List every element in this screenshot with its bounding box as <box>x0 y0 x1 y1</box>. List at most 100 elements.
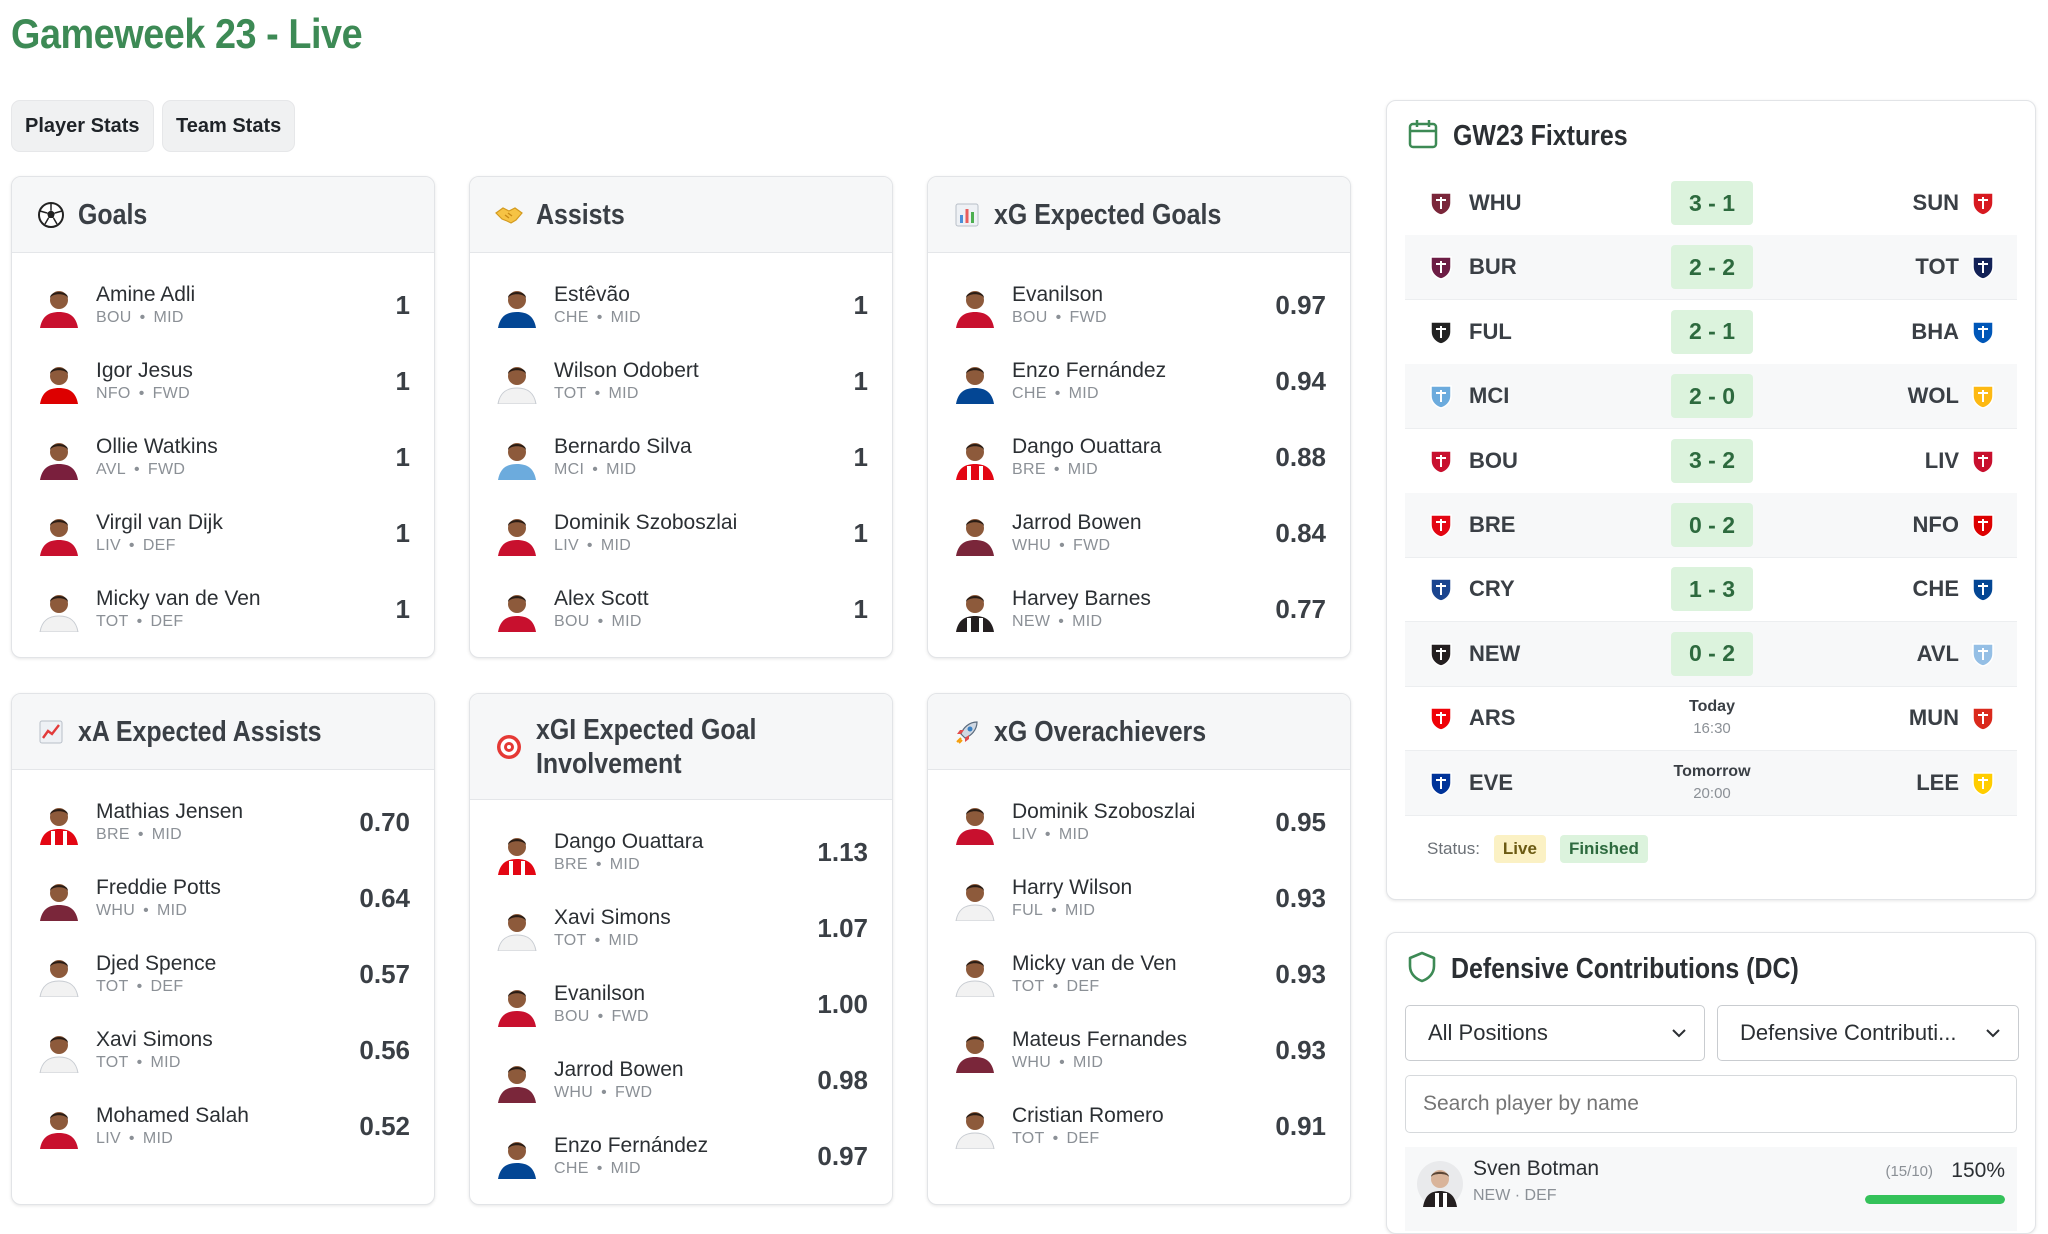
player-row[interactable]: Alex Scott BOU • MID 1 <box>470 571 892 647</box>
player-meta: BRE • MID <box>1012 460 1275 480</box>
player-meta: CHE • MID <box>554 308 854 328</box>
player-name: Djed Spence <box>96 952 217 975</box>
home-team-crest-icon <box>1430 449 1452 474</box>
away-team-crest-icon <box>1972 578 1994 603</box>
player-row[interactable]: Cristian Romero TOT • DEF 0.91 <box>928 1088 1350 1164</box>
fixture-row[interactable]: BUR TOT 2 - 2 <box>1405 235 2017 301</box>
player-row[interactable]: Amine Adli BOU • MID 1 <box>12 267 434 343</box>
separator-dot: • <box>1059 1054 1066 1071</box>
away-team-crest-icon <box>1972 256 1994 281</box>
position-select[interactable]: All Positions <box>1405 1005 1705 1061</box>
stat-card: xA Expected Assists Mathias Jensen BRE • MID… <box>11 693 435 1205</box>
fixture-row[interactable]: BOU LIV 3 - 2 <box>1405 429 2017 494</box>
player-meta: TOT • MID <box>554 384 854 404</box>
fixture-row[interactable]: FUL BHA 2 - 1 <box>1405 300 2017 365</box>
player-row[interactable]: Enzo Fernández CHE • MID 0.97 <box>470 1118 892 1194</box>
dc-player-row[interactable]: Sven Botman NEW · DEF (15/10) 150% <box>1405 1147 2017 1231</box>
stat-card: xG Overachievers Dominik Szoboszlai LIV • MI… <box>927 693 1351 1205</box>
player-team: CHE <box>554 309 589 326</box>
stat-value: 0.94 <box>1275 365 1326 396</box>
player-row[interactable]: Xavi Simons TOT • MID 1.07 <box>470 890 892 966</box>
home-team: WHU <box>1469 190 1522 215</box>
player-avatar <box>956 519 994 556</box>
fixture-row[interactable]: WHU SUN 3 - 1 <box>1405 171 2017 236</box>
player-name: Mohamed Salah <box>96 1104 249 1127</box>
player-name: Wilson Odobert <box>554 359 699 382</box>
player-avatar <box>498 291 536 328</box>
status-legend: Status: Live Finished <box>1427 835 1648 863</box>
player-row[interactable]: Dango Ouattara BRE • MID 1.13 <box>470 814 892 890</box>
player-row[interactable]: Mohamed Salah LIV • MID 0.52 <box>12 1088 434 1164</box>
live-badge: Live <box>1493 835 1546 863</box>
fixture-row[interactable]: CRY CHE 1 - 3 <box>1405 557 2017 623</box>
player-row[interactable]: Jarrod Bowen WHU • FWD 0.98 <box>470 1042 892 1118</box>
position-select-value: All Positions <box>1428 1020 1548 1045</box>
stat-value: 1.13 <box>817 836 868 867</box>
player-row[interactable]: Dominik Szoboszlai LIV • MID 1 <box>470 495 892 571</box>
player-row[interactable]: Mathias Jensen BRE • MID 0.70 <box>12 784 434 860</box>
player-row[interactable]: Bernardo Silva MCI • MID 1 <box>470 419 892 495</box>
stat-value: 0.64 <box>359 882 410 913</box>
player-meta: WHU • FWD <box>554 1083 817 1103</box>
tab-player-stats[interactable]: Player Stats <box>11 100 154 152</box>
player-row[interactable]: Freddie Potts WHU • MID 0.64 <box>12 860 434 936</box>
away-team: TOT <box>1915 254 1959 280</box>
away-team: CHE <box>1912 576 1959 602</box>
tab-team-stats[interactable]: Team Stats <box>162 100 296 152</box>
player-team: AVL <box>96 461 126 478</box>
fixture-row[interactable]: BRE NFO 0 - 2 <box>1405 493 2017 558</box>
sort-select[interactable]: Defensive Contributi... <box>1717 1005 2019 1061</box>
stat-value: 1 <box>395 593 410 624</box>
player-meta: TOT • DEF <box>96 612 396 632</box>
stat-value: 1 <box>395 365 410 396</box>
fixture-row[interactable]: MCI WOL 2 - 0 <box>1405 364 2017 430</box>
player-row[interactable]: Xavi Simons TOT • MID 0.56 <box>12 1012 434 1088</box>
fixtures-title: GW23 Fixtures <box>1453 119 1628 152</box>
player-row[interactable]: Igor Jesus NFO • FWD 1 <box>12 343 434 419</box>
player-name: Jarrod Bowen <box>554 1058 684 1081</box>
player-row[interactable]: Evanilson BOU • FWD 0.97 <box>928 267 1350 343</box>
stat-value: 1 <box>853 593 868 624</box>
player-row[interactable]: Dominik Szoboszlai LIV • MID 0.95 <box>928 784 1350 860</box>
player-meta: MCI • MID <box>554 460 854 480</box>
player-row[interactable]: Evanilson BOU • FWD 1.00 <box>470 966 892 1042</box>
card-header: Assists <box>470 177 892 253</box>
player-row[interactable]: Ollie Watkins AVL • FWD 1 <box>12 419 434 495</box>
player-position: MID <box>600 537 632 554</box>
player-row[interactable]: Virgil van Dijk LIV • DEF 1 <box>12 495 434 571</box>
defensive-contributions-panel: Defensive Contributions (DC) All Positio… <box>1386 932 2036 1234</box>
score-badge: 0 - 2 <box>1671 631 1753 676</box>
home-team-crest-icon <box>1430 514 1452 538</box>
player-row[interactable]: Enzo Fernández CHE • MID 0.94 <box>928 343 1350 419</box>
player-row[interactable]: Estêvão CHE • MID 1 <box>470 267 892 343</box>
home-team: BOU <box>1469 447 1518 473</box>
player-name: Alex Scott <box>554 587 649 610</box>
home-team: EVE <box>1469 769 1514 795</box>
player-row[interactable]: Micky van de Ven TOT • DEF 1 <box>12 571 434 647</box>
player-avatar <box>1417 1161 1463 1207</box>
player-team: BOU <box>554 613 590 630</box>
player-avatar <box>956 1036 994 1073</box>
player-name: Micky van de Ven <box>1012 952 1177 975</box>
player-row[interactable]: Dango Ouattara BRE • MID 0.88 <box>928 419 1350 495</box>
card-title: xG Expected Goals <box>994 198 1222 231</box>
fixture-row[interactable]: ARS MUN Today 16:30 <box>1405 686 2017 752</box>
fixture-row[interactable]: NEW AVL 0 - 2 <box>1405 621 2017 687</box>
player-row[interactable]: Micky van de Ven TOT • DEF 0.93 <box>928 936 1350 1012</box>
search-input[interactable] <box>1405 1075 2017 1133</box>
player-team: TOT <box>1012 978 1045 995</box>
player-row[interactable]: Wilson Odobert TOT • MID 1 <box>470 343 892 419</box>
player-row[interactable]: Jarrod Bowen WHU • FWD 0.84 <box>928 495 1350 571</box>
player-avatar <box>956 367 994 404</box>
player-row[interactable]: Mateus Fernandes WHU • MID 0.93 <box>928 1012 1350 1088</box>
fixture-row[interactable]: EVE LEE Tomorrow 20:00 <box>1405 750 2017 816</box>
player-meta: NEW • MID <box>1012 612 1275 632</box>
player-row[interactable]: Djed Spence TOT • DEF 0.57 <box>12 936 434 1012</box>
player-row[interactable]: Harvey Barnes NEW • MID 0.77 <box>928 571 1350 647</box>
player-avatar <box>498 1066 536 1103</box>
player-row[interactable]: Harry Wilson FUL • MID 0.93 <box>928 860 1350 936</box>
away-team: LIV <box>1924 447 1959 473</box>
away-team-crest-icon <box>1972 192 1994 216</box>
score-badge: 0 - 2 <box>1671 503 1753 547</box>
score-badge: 2 - 2 <box>1671 245 1753 290</box>
